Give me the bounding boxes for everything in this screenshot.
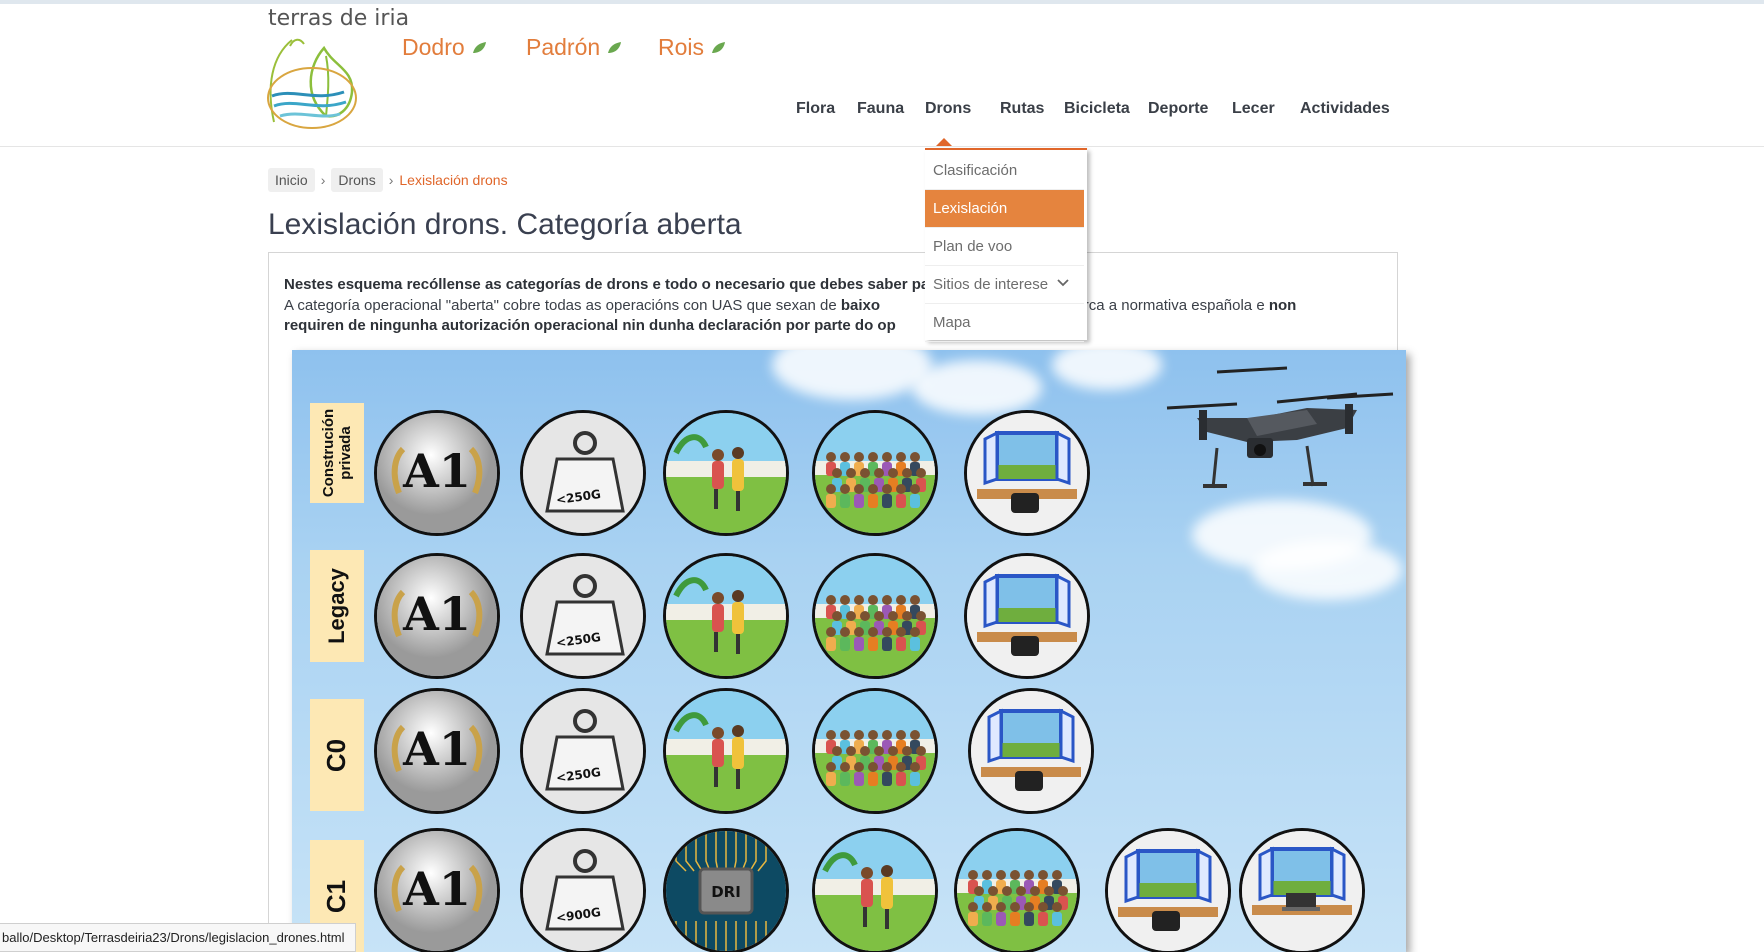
intro-line-2-start: A categoría operacional "aberta" cobre t… <box>284 296 841 314</box>
nav-actividades[interactable]: Actividades <box>1300 100 1390 118</box>
dropdown-item-plan-de-voo[interactable]: Plan de voo <box>925 228 1084 266</box>
nav-fauna[interactable]: Fauna <box>857 100 904 118</box>
window-remote-badge <box>964 553 1090 679</box>
dropdown-item-sitios-de-interese[interactable]: Sitios de interese <box>925 266 1084 304</box>
a1-badge: A1 <box>374 828 500 952</box>
a1-text: A1 <box>402 587 471 641</box>
breadcrumb-home[interactable]: Inicio <box>268 168 315 192</box>
town-label: Padrón <box>526 34 601 60</box>
crowd-scene-badge <box>812 688 938 814</box>
cloud <box>912 360 1042 415</box>
nav-flora[interactable]: Flora <box>796 100 835 118</box>
breadcrumb-section[interactable]: Drons <box>331 168 383 192</box>
individual-scene-badge <box>663 410 789 536</box>
dropdown-item-mapa[interactable]: Mapa <box>925 304 1084 342</box>
weight-badge: <250G <box>520 553 646 679</box>
cloud <box>1252 540 1402 600</box>
window-remote-badge <box>964 410 1090 536</box>
breadcrumb: Inicio › Drons › Lexislación drons <box>268 168 508 192</box>
row-label-text: Legacy <box>324 568 350 644</box>
quadcopter-drone-image <box>1166 366 1394 489</box>
nav-lecer[interactable]: Lecer <box>1232 100 1275 118</box>
breadcrumb-separator: › <box>388 172 394 188</box>
row-label-text: Construción privada <box>320 408 354 498</box>
dropdown-item-clasificacion[interactable]: Clasificación <box>925 152 1084 190</box>
nav-drons[interactable]: Drons <box>925 100 971 118</box>
chevron-down-icon <box>1057 279 1069 287</box>
status-bar-url: ballo/Desktop/Terrasdeiria23/Drons/legis… <box>0 923 356 952</box>
page-title: Lexislación drons. Categoría aberta <box>268 208 742 241</box>
row-label-construcion-privada: Construción privada <box>310 403 364 503</box>
a1-text: A1 <box>402 862 471 916</box>
a1-text: A1 <box>402 722 471 776</box>
individual-scene-badge <box>663 553 789 679</box>
cloud <box>772 350 932 400</box>
town-link-rois[interactable]: Rois <box>658 34 726 61</box>
window-laptop-badge <box>1239 828 1365 952</box>
nav-rutas[interactable]: Rutas <box>1000 100 1044 118</box>
town-link-padron[interactable]: Padrón <box>526 34 622 61</box>
cloud <box>1052 350 1162 390</box>
intro-line-2-bold: baixo <box>840 296 881 314</box>
intro-text: Nestes esquema recóllense as categorías … <box>284 275 1364 337</box>
a1-badge: A1 <box>374 688 500 814</box>
row-label-c0: C0 <box>310 699 364 811</box>
drone-category-infographic: Construción privada Legacy C0 C1 A1 <250G… <box>292 350 1406 952</box>
a1-badge: A1 <box>374 410 500 536</box>
dri-chip-badge: DRI <box>663 828 789 952</box>
crowd-scene-badge <box>812 553 938 679</box>
a1-text: A1 <box>402 444 471 498</box>
dropdown-item-lexislacion[interactable]: Lexislación <box>925 190 1084 228</box>
row-label-text: C0 <box>321 738 352 772</box>
row-label-text: C1 <box>321 879 352 913</box>
site-header: terras de iria Dodro Padrón Rois Flora F… <box>0 4 1764 147</box>
breadcrumb-separator: › <box>320 172 326 188</box>
dropdown-caret <box>936 138 952 146</box>
weight-badge: <250G <box>520 688 646 814</box>
nav-deporte[interactable]: Deporte <box>1148 100 1208 118</box>
leaf-icon <box>712 41 726 53</box>
nav-bicicleta[interactable]: Bicicleta <box>1064 100 1130 118</box>
weight-badge: <900G <box>520 828 646 952</box>
intro-line-3: requiren de ningunha autorización operac… <box>284 317 896 334</box>
intro-line-2-bold2: non <box>1268 296 1297 314</box>
intro-line-1: Nestes esquema recóllense as categorías … <box>284 276 930 293</box>
town-label: Dodro <box>402 34 465 60</box>
window-remote-badge <box>968 688 1094 814</box>
crowd-scene-badge <box>812 410 938 536</box>
weight-badge: <250G <box>520 410 646 536</box>
crowd-scene-badge <box>954 828 1080 952</box>
town-label: Rois <box>658 34 705 60</box>
leaf-icon <box>472 41 486 53</box>
a1-badge: A1 <box>374 553 500 679</box>
dropdown-item-label: Sitios de interese <box>933 276 1049 293</box>
svg-text:DRI: DRI <box>711 883 741 901</box>
row-label-legacy: Legacy <box>310 550 364 662</box>
window-remote-badge <box>1105 828 1231 952</box>
town-link-dodro[interactable]: Dodro <box>402 34 487 61</box>
individual-scene-badge <box>663 688 789 814</box>
individual-scene-badge <box>812 828 938 952</box>
site-logo[interactable] <box>264 26 374 130</box>
drons-dropdown-menu: Clasificación Lexislación Plan de voo Si… <box>925 148 1087 342</box>
leaf-icon <box>608 41 622 53</box>
breadcrumb-current: Lexislación drons <box>399 172 508 188</box>
